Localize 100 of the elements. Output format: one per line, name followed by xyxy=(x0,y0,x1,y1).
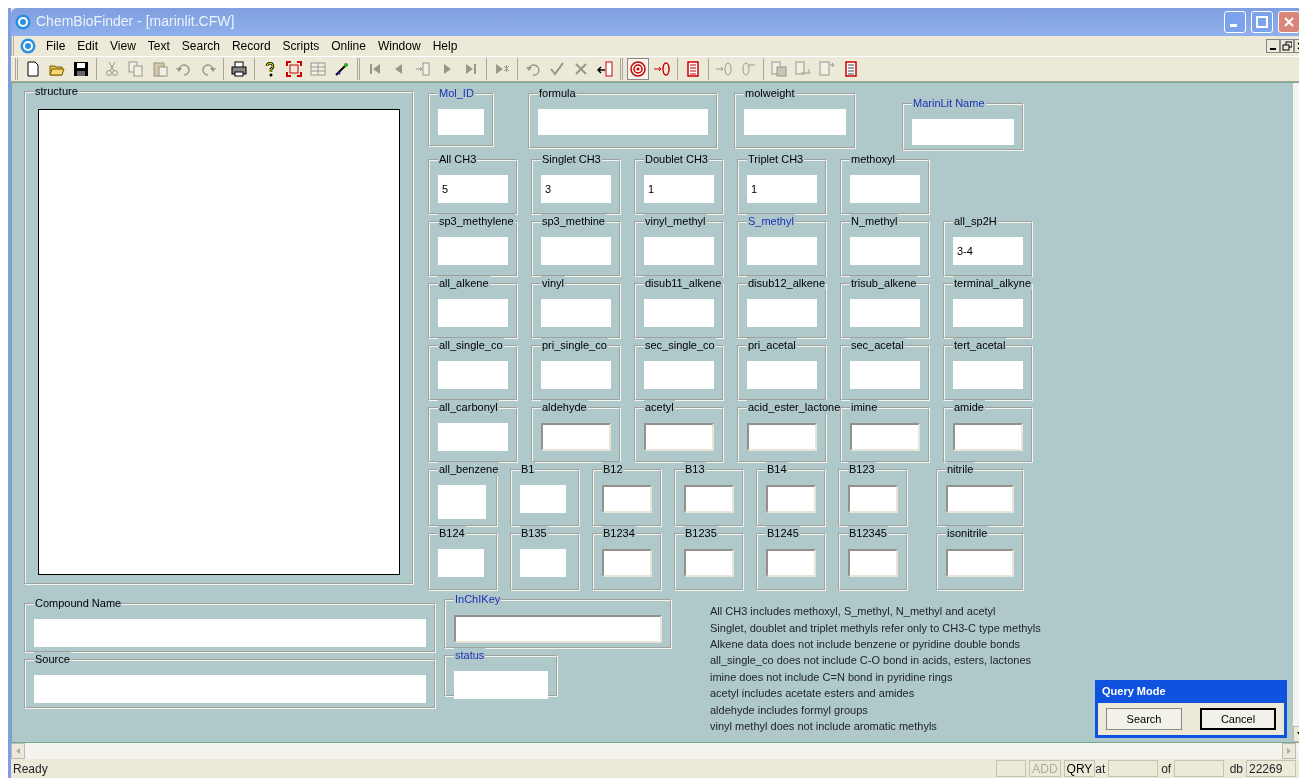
input-field[interactable] xyxy=(766,485,816,514)
menu-item[interactable]: Search xyxy=(175,36,226,55)
input-field[interactable] xyxy=(953,299,1023,328)
input-field[interactable] xyxy=(850,361,920,390)
menu-item[interactable]: Help xyxy=(426,36,464,55)
input-field[interactable] xyxy=(520,549,566,578)
minimize-icon xyxy=(1270,47,1276,50)
input-field[interactable] xyxy=(602,485,652,514)
input-field[interactable] xyxy=(953,361,1023,390)
input-field[interactable] xyxy=(912,119,1014,146)
input-field[interactable] xyxy=(34,675,426,704)
left-arrow-icon xyxy=(14,747,22,756)
mdi-minimize-button[interactable] xyxy=(1266,38,1280,53)
target-button[interactable] xyxy=(627,58,649,81)
horizontal-scrollbar[interactable] xyxy=(11,743,1299,760)
field-label: all_alkene xyxy=(438,276,490,291)
scroll-left-button[interactable] xyxy=(11,743,25,760)
note-text: vinyl methyl does not include aromatic methyls xyxy=(710,719,938,735)
note-text: all_single_co does not include C-O bond in acids, esters, lactones xyxy=(710,653,1033,669)
input-field[interactable] xyxy=(644,423,714,452)
menu-item[interactable]: File xyxy=(40,36,72,55)
status-label: at xyxy=(1095,760,1106,778)
redo-icon xyxy=(200,61,216,78)
input-field[interactable] xyxy=(850,299,920,328)
input-field[interactable] xyxy=(520,485,566,514)
field-label: acetyl xyxy=(644,400,675,415)
mdi-restore-button[interactable] xyxy=(1280,38,1294,53)
field-label: sec_single_co xyxy=(644,338,716,353)
menu-item[interactable]: Window xyxy=(371,36,427,55)
input-field[interactable] xyxy=(946,485,1014,514)
field-label: pri_single_co xyxy=(541,338,608,353)
input-field[interactable] xyxy=(34,619,426,648)
menu-item[interactable]: Text xyxy=(141,36,176,55)
field-label: all_sp2H xyxy=(953,214,998,229)
input-field[interactable] xyxy=(438,361,508,390)
input-field[interactable] xyxy=(644,361,714,390)
input-field[interactable] xyxy=(747,237,817,266)
input-field[interactable] xyxy=(541,237,611,266)
input-field[interactable] xyxy=(747,299,817,328)
input-field[interactable] xyxy=(747,423,817,452)
input-field[interactable]: 1 xyxy=(747,175,817,204)
field-label: all_benzene xyxy=(438,462,500,477)
status-panel xyxy=(1108,760,1159,778)
field-label: sp3_methylene xyxy=(438,214,515,229)
close-icon xyxy=(1284,16,1294,27)
input-field[interactable] xyxy=(744,109,846,136)
search-button[interactable]: Search xyxy=(1106,708,1182,730)
input-field[interactable] xyxy=(454,615,662,644)
input-field[interactable] xyxy=(747,361,817,390)
maximize-button[interactable] xyxy=(1251,10,1273,33)
status-panel xyxy=(1174,760,1225,778)
input-field[interactable] xyxy=(766,549,816,578)
input-field[interactable]: 3-4 xyxy=(953,237,1023,266)
input-field[interactable] xyxy=(602,549,652,578)
input-field[interactable] xyxy=(684,549,734,578)
input-field[interactable] xyxy=(850,237,920,266)
note-text: All CH3 includes methoxyl, S_methyl, N_methyl and acetyl xyxy=(710,604,997,620)
input-field[interactable] xyxy=(644,299,714,328)
input-field[interactable] xyxy=(541,423,611,452)
target-icon xyxy=(630,61,646,78)
input-field[interactable] xyxy=(438,237,508,266)
input-field[interactable] xyxy=(848,485,898,514)
status-panel xyxy=(996,760,1027,778)
input-field[interactable] xyxy=(644,237,714,266)
input-field[interactable] xyxy=(953,423,1023,452)
close-button[interactable] xyxy=(1278,10,1299,33)
field-label: Mol_ID xyxy=(438,86,475,101)
menu-item[interactable]: Edit xyxy=(71,36,105,55)
input-field[interactable] xyxy=(684,485,734,514)
documents-icon xyxy=(771,61,787,78)
input-field[interactable] xyxy=(850,423,920,452)
input-field[interactable]: 3 xyxy=(541,175,611,204)
input-field[interactable] xyxy=(438,485,486,520)
page-arrow-icon xyxy=(819,61,835,78)
input-field[interactable] xyxy=(438,549,484,578)
menu-item[interactable]: Record xyxy=(225,36,277,55)
cancel-button[interactable]: Cancel xyxy=(1200,708,1276,730)
input-field[interactable] xyxy=(541,299,611,328)
note-text: Alkene data does not include benzene or pyridine double bonds xyxy=(710,637,1022,653)
menu-item[interactable]: Scripts xyxy=(276,36,326,55)
note-text: acetyl includes acetate esters and amides xyxy=(710,686,916,702)
input-field[interactable] xyxy=(850,175,920,204)
input-field[interactable] xyxy=(946,549,1014,578)
input-field[interactable]: 5 xyxy=(438,175,508,204)
minimize-button[interactable] xyxy=(1224,10,1246,33)
field-label: all_single_co xyxy=(438,338,504,353)
input-field[interactable] xyxy=(438,423,508,452)
menu-item[interactable]: Online xyxy=(325,36,372,55)
input-field[interactable] xyxy=(438,299,508,328)
input-field[interactable] xyxy=(438,109,484,136)
field-label: vinyl_methyl xyxy=(644,214,707,229)
note-text: imine does not include C=N bond in pyridine rings xyxy=(710,669,954,685)
input-field[interactable] xyxy=(541,361,611,390)
menu-item[interactable]: View xyxy=(104,36,142,55)
status-indicator: ADD xyxy=(1029,760,1061,778)
input-field[interactable] xyxy=(454,671,548,700)
input-field[interactable] xyxy=(848,549,898,578)
input-field[interactable]: 1 xyxy=(644,175,714,204)
table-icon xyxy=(310,61,326,78)
input-field[interactable] xyxy=(538,109,708,136)
